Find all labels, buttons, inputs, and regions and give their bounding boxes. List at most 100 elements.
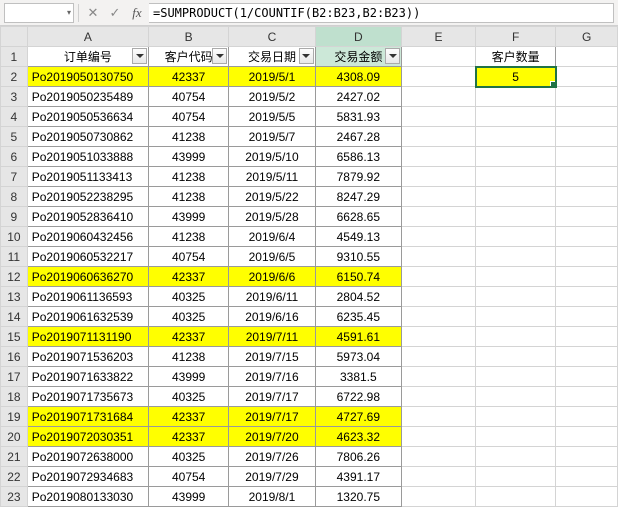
cell-empty[interactable] — [402, 327, 476, 347]
cell-trade-amt[interactable]: 2467.28 — [315, 127, 401, 147]
row-header[interactable]: 16 — [1, 347, 28, 367]
cell-cust-code[interactable]: 41238 — [149, 227, 229, 247]
cell-empty[interactable] — [402, 127, 476, 147]
cell-empty[interactable] — [556, 447, 618, 467]
formula-input[interactable]: =SUMPRODUCT(1/COUNTIF(B2:B23,B2:B23)) — [149, 3, 614, 23]
row-header[interactable]: 2 — [1, 67, 28, 87]
cell-trade-amt[interactable]: 2427.02 — [315, 87, 401, 107]
cell-empty[interactable] — [402, 467, 476, 487]
cell-cust-code[interactable]: 41238 — [149, 127, 229, 147]
row-header[interactable]: 3 — [1, 87, 28, 107]
cell-cust-code[interactable]: 40754 — [149, 107, 229, 127]
cell-trade-amt[interactable]: 4727.69 — [315, 407, 401, 427]
cell-empty[interactable] — [476, 287, 556, 307]
row-header[interactable]: 21 — [1, 447, 28, 467]
cell-empty[interactable] — [402, 207, 476, 227]
cell-empty[interactable] — [476, 167, 556, 187]
cell-cust-code[interactable]: 42337 — [149, 407, 229, 427]
cell-cust-code[interactable]: 42337 — [149, 67, 229, 87]
cell-empty[interactable] — [556, 187, 618, 207]
cell-empty[interactable] — [556, 107, 618, 127]
cell-trade-amt[interactable]: 4549.13 — [315, 227, 401, 247]
cell-order-no[interactable]: Po2019052836410 — [27, 207, 148, 227]
cell-trade-amt[interactable]: 4623.32 — [315, 427, 401, 447]
cell-empty[interactable] — [556, 407, 618, 427]
cell-trade-date[interactable]: 2019/6/16 — [229, 307, 315, 327]
cell-cust-code[interactable]: 42337 — [149, 267, 229, 287]
cell-trade-amt[interactable]: 4391.17 — [315, 467, 401, 487]
cell-cust-code[interactable]: 40754 — [149, 247, 229, 267]
col-header-d[interactable]: D — [315, 27, 401, 47]
cell-order-no[interactable]: Po2019060432456 — [27, 227, 148, 247]
cell-trade-amt[interactable]: 6586.13 — [315, 147, 401, 167]
row-header[interactable]: 23 — [1, 487, 28, 507]
cell-trade-amt[interactable]: 8247.29 — [315, 187, 401, 207]
cell-empty[interactable] — [476, 407, 556, 427]
cell-empty[interactable] — [402, 247, 476, 267]
cell-empty[interactable] — [556, 467, 618, 487]
cell-trade-date[interactable]: 2019/7/17 — [229, 387, 315, 407]
row-header[interactable]: 1 — [1, 47, 28, 67]
cell-empty[interactable] — [402, 487, 476, 507]
cell-cust-code[interactable]: 40325 — [149, 307, 229, 327]
cell-trade-date[interactable]: 2019/7/15 — [229, 347, 315, 367]
cell-empty[interactable] — [556, 167, 618, 187]
cell-empty[interactable] — [402, 427, 476, 447]
cell-cust-code[interactable]: 43999 — [149, 147, 229, 167]
cell-order-no[interactable]: Po2019071731684 — [27, 407, 148, 427]
cell-empty[interactable] — [476, 247, 556, 267]
cell-empty[interactable] — [402, 287, 476, 307]
cell-trade-date[interactable]: 2019/5/7 — [229, 127, 315, 147]
cell-trade-date[interactable]: 2019/6/11 — [229, 287, 315, 307]
cell-empty[interactable] — [556, 207, 618, 227]
cell-order-no[interactable]: Po2019052238295 — [27, 187, 148, 207]
cell-cust-code[interactable]: 41238 — [149, 347, 229, 367]
cell-trade-amt[interactable]: 1320.75 — [315, 487, 401, 507]
col-header-f[interactable]: F — [476, 27, 556, 47]
cell-trade-date[interactable]: 2019/6/6 — [229, 267, 315, 287]
cell-empty[interactable] — [556, 87, 618, 107]
cell-trade-date[interactable]: 2019/5/22 — [229, 187, 315, 207]
cell-empty[interactable] — [476, 467, 556, 487]
cell-empty[interactable] — [476, 387, 556, 407]
cell-trade-date[interactable]: 2019/6/4 — [229, 227, 315, 247]
row-header[interactable]: 4 — [1, 107, 28, 127]
cell-trade-date[interactable]: 2019/7/17 — [229, 407, 315, 427]
cell-empty[interactable] — [402, 407, 476, 427]
cell-order-no[interactable]: Po2019050730862 — [27, 127, 148, 147]
cell-cust-code[interactable]: 41238 — [149, 187, 229, 207]
cell-cust-code[interactable]: 40325 — [149, 447, 229, 467]
cancel-formula-button[interactable]: ✕ — [83, 3, 103, 23]
namebox-dropdown-icon[interactable]: ▾ — [67, 8, 71, 17]
cell-empty[interactable] — [476, 87, 556, 107]
cell-trade-date[interactable]: 2019/7/29 — [229, 467, 315, 487]
cell-empty[interactable] — [402, 167, 476, 187]
row-header[interactable]: 22 — [1, 467, 28, 487]
cell-cust-code[interactable]: 43999 — [149, 487, 229, 507]
col-header-b[interactable]: B — [149, 27, 229, 47]
cell-trade-date[interactable]: 2019/6/5 — [229, 247, 315, 267]
row-header[interactable]: 18 — [1, 387, 28, 407]
cell-trade-amt[interactable]: 3381.5 — [315, 367, 401, 387]
cell-empty[interactable] — [476, 327, 556, 347]
row-header[interactable]: 17 — [1, 367, 28, 387]
cell-empty[interactable] — [402, 267, 476, 287]
row-header[interactable]: 12 — [1, 267, 28, 287]
filter-dropdown-icon[interactable] — [132, 48, 147, 64]
cell-trade-amt[interactable]: 9310.55 — [315, 247, 401, 267]
cell-trade-date[interactable]: 2019/7/26 — [229, 447, 315, 467]
cell-empty[interactable] — [476, 447, 556, 467]
cell-order-no[interactable]: Po2019071633822 — [27, 367, 148, 387]
cell-trade-amt[interactable]: 7879.92 — [315, 167, 401, 187]
cell-empty[interactable] — [402, 187, 476, 207]
cell-cust-code[interactable]: 40325 — [149, 287, 229, 307]
col-header-c[interactable]: C — [229, 27, 315, 47]
row-header[interactable]: 19 — [1, 407, 28, 427]
cell-order-no[interactable]: Po2019060532217 — [27, 247, 148, 267]
cell-empty[interactable] — [556, 267, 618, 287]
row-header[interactable]: 15 — [1, 327, 28, 347]
row-header[interactable]: 13 — [1, 287, 28, 307]
cell-cust-code[interactable]: 40754 — [149, 467, 229, 487]
cell-trade-amt[interactable]: 6235.45 — [315, 307, 401, 327]
cell-empty[interactable] — [402, 87, 476, 107]
